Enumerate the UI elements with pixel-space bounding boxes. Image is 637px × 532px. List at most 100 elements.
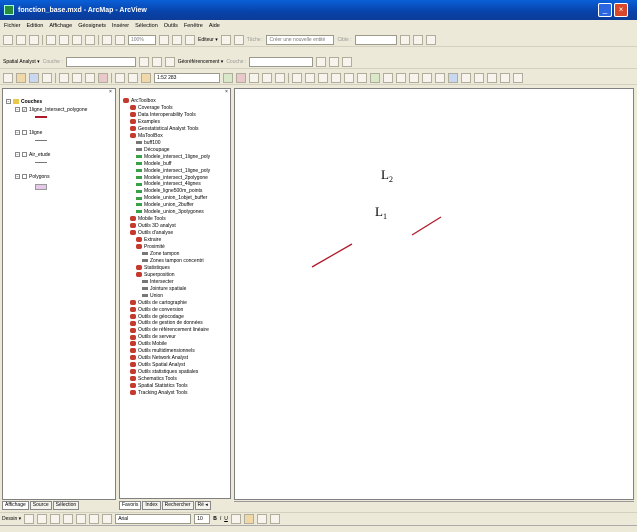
arctoolbox-root[interactable]: ArcToolbox	[123, 98, 156, 104]
size-combo[interactable]: 10	[194, 513, 211, 524]
zoom-out-icon[interactable]	[318, 72, 328, 83]
underline-button[interactable]: U	[224, 516, 228, 522]
tool-icon[interactable]	[500, 72, 510, 83]
georef-layer-combo[interactable]	[249, 56, 314, 67]
toolbox-item[interactable]: Outils de géocodage	[130, 314, 184, 320]
tab-rechercher[interactable]: Rechercher	[161, 501, 194, 510]
tool-icon[interactable]	[422, 72, 432, 83]
tool-icon[interactable]	[316, 56, 327, 67]
tool-icon[interactable]	[249, 72, 259, 83]
zoom-in-icon[interactable]	[305, 72, 315, 83]
bold-button[interactable]: B	[213, 516, 217, 522]
toolbox-item[interactable]: Data Interoperability Tools	[130, 112, 196, 118]
menu-selection[interactable]: Sélection	[135, 23, 158, 29]
toolbox-item[interactable]: Outils de cartographie	[130, 300, 187, 306]
tab-affichage[interactable]: Affichage	[2, 501, 29, 510]
toolbox-item[interactable]: Tracking Analyst Tools	[130, 390, 187, 396]
pan-icon[interactable]	[357, 72, 367, 83]
undo-icon[interactable]	[115, 72, 125, 83]
identify-icon[interactable]	[448, 72, 458, 83]
toolbox-item[interactable]: Outils statistiques spatiales	[130, 369, 198, 375]
menu-outils[interactable]: Outils	[164, 23, 178, 29]
pencil-icon[interactable]	[233, 34, 244, 45]
tool-icon[interactable]	[185, 34, 195, 45]
font-combo[interactable]: Arial	[115, 513, 192, 524]
tool-icon[interactable]	[29, 34, 39, 45]
map-line-l2[interactable]	[411, 216, 442, 236]
toolbox-item[interactable]: Spatial Statistics Tools	[130, 383, 188, 389]
map-line-l1[interactable]	[311, 243, 353, 268]
toolbox-item[interactable]: Découpage	[136, 147, 170, 153]
toolbox-item[interactable]: Outils multidimensionnels	[130, 348, 195, 354]
tool-icon[interactable]	[412, 34, 423, 45]
tab-selection[interactable]: Sélection	[52, 501, 80, 510]
tool-icon[interactable]	[399, 34, 410, 45]
tab-favoris[interactable]: Favoris	[119, 501, 142, 510]
tool-icon[interactable]	[344, 72, 354, 83]
toolbox-item[interactable]: Modele_union_3polygones	[136, 209, 204, 215]
tool-icon[interactable]	[331, 72, 341, 83]
full-extent-icon[interactable]	[370, 72, 380, 83]
copy-icon[interactable]	[72, 72, 82, 83]
toolbox-item[interactable]: MaToolBox	[130, 133, 163, 139]
toolbox-item[interactable]: Modele_intersect_2polygone	[136, 175, 208, 181]
toolbox-item[interactable]: Outils Spatial Analyst	[130, 362, 185, 368]
tool-icon[interactable]	[172, 34, 182, 45]
sketch-tool-icon[interactable]	[220, 34, 231, 45]
toolbox-item[interactable]: Outils de gestion de données	[130, 320, 203, 326]
tool-icon[interactable]	[102, 34, 112, 45]
tool-icon[interactable]	[102, 513, 113, 524]
map-scrollbar[interactable]	[234, 501, 634, 510]
georef-menu[interactable]: Géoréférencement ▾	[178, 59, 224, 65]
tool-icon[interactable]	[164, 56, 175, 67]
back-icon[interactable]	[383, 72, 393, 83]
select-arrow-icon[interactable]	[24, 513, 35, 524]
toolbox-item[interactable]: Modele_intersect_4lignes	[136, 181, 201, 187]
toolbox-item[interactable]: Zone tampon	[142, 251, 179, 257]
arctoolbox-icon[interactable]	[236, 72, 246, 83]
add-data-icon[interactable]	[141, 72, 151, 83]
tool-icon[interactable]	[50, 513, 61, 524]
tool-icon[interactable]	[85, 34, 95, 45]
tool-icon[interactable]	[59, 34, 69, 45]
target-combo[interactable]	[354, 34, 397, 45]
tool-icon[interactable]	[409, 72, 419, 83]
select-arrow-icon[interactable]	[435, 72, 445, 83]
print-icon[interactable]	[42, 72, 52, 83]
toolbox-item[interactable]: Statistiques	[136, 265, 170, 271]
new-icon[interactable]	[3, 72, 13, 83]
tool-icon[interactable]	[474, 72, 484, 83]
toolbox-item[interactable]: buff100	[136, 140, 161, 146]
tool-icon[interactable]	[3, 34, 13, 45]
layers-root[interactable]: − Couches	[6, 99, 42, 105]
toolbox-item[interactable]: Geostatistical Analyst Tools	[130, 126, 199, 132]
map-scale-combo[interactable]: 1:52 283	[154, 72, 220, 83]
toolbox-item[interactable]: Intersecter	[142, 279, 174, 285]
spatial-layer-combo[interactable]	[65, 56, 136, 67]
toolbox-item[interactable]: Outils 3D analyst	[130, 223, 176, 229]
toolbox-item[interactable]: Outils de serveur	[130, 334, 176, 340]
paste-icon[interactable]	[85, 72, 95, 83]
toolbox-item[interactable]: Extraire	[136, 237, 161, 243]
help-icon[interactable]	[275, 72, 285, 83]
map-view[interactable]: L1 L2	[234, 88, 634, 500]
close-icon[interactable]: ×	[109, 89, 112, 95]
tool-icon[interactable]	[159, 34, 169, 45]
text-icon[interactable]	[76, 513, 87, 524]
toolbox-item[interactable]: Outils de référencement linéaire	[130, 327, 209, 333]
tool-icon[interactable]	[513, 72, 523, 83]
line-color-icon[interactable]	[256, 513, 267, 524]
rectangle-icon[interactable]	[63, 513, 74, 524]
minimize-button[interactable]: _	[598, 3, 612, 17]
toolbox-item[interactable]: Modele_buff	[136, 161, 171, 167]
dessin-menu[interactable]: Dessin ▾	[2, 516, 21, 522]
toolbox-item[interactable]: Zones tampon concentri	[142, 258, 204, 264]
toolbox-item[interactable]: Union	[142, 293, 163, 299]
cut-icon[interactable]	[59, 72, 69, 83]
rotate-icon[interactable]	[37, 513, 48, 524]
tab-index[interactable]: Index	[142, 501, 161, 510]
toolbox-item[interactable]: Modele_union_2buffer	[136, 202, 194, 208]
close-button[interactable]: ×	[614, 3, 628, 17]
toolbox-item[interactable]: Mobile Tools	[130, 216, 166, 222]
toolbox-item[interactable]: Proximité	[136, 244, 165, 250]
